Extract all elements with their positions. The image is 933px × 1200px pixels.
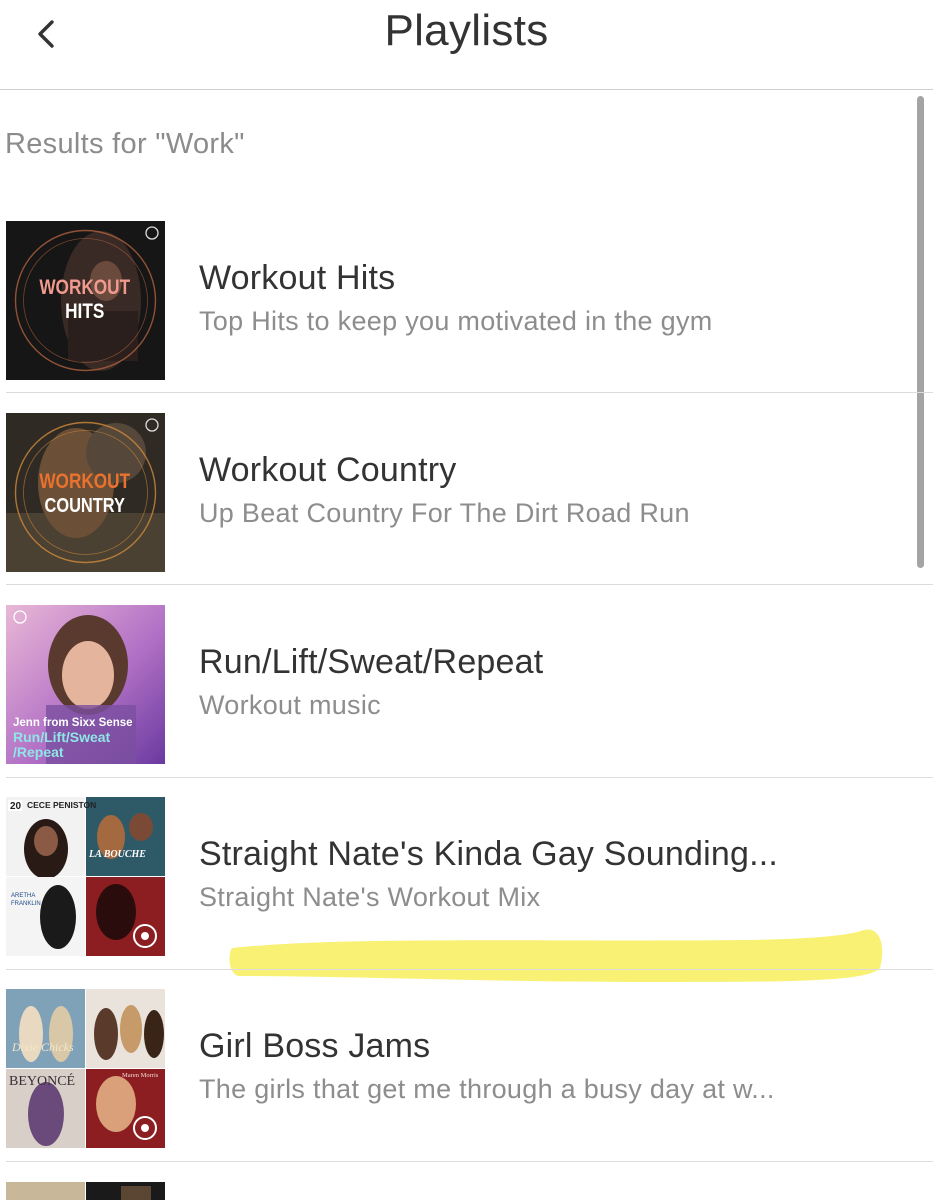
playlist-row-workout-hits[interactable]: WORKOUT HITS Workout Hits Top Hits to ke… [0, 196, 933, 388]
playlist-row-girl-boss-jams[interactable]: Dixie Chicks BEYONCÉ Maren Morris Girl B… [0, 964, 933, 1156]
art-label-top-left: Dixie Chicks [11, 1040, 74, 1054]
results-label: Results for "Work" [5, 128, 245, 160]
art-line-2: Run/Lift/Sweat [13, 729, 111, 745]
navigation-bar: Playlists [0, 0, 933, 90]
playlist-subtitle: Up Beat Country For The Dirt Road Run [199, 498, 690, 528]
art-line-1: WORKOUT [39, 471, 130, 494]
art-label-bottom-left-1: ARETHA [11, 893, 35, 899]
playlist-artwork: Dixie Chicks BEYONCÉ Maren Morris [6, 989, 165, 1148]
playlist-artwork: WORKOUT COUNTRY [6, 413, 165, 572]
playlist-artwork: 20 CECE PENISTON LA BOUCHE ARETHA FRANKL… [6, 797, 165, 956]
art-label-top-left: CECE PENISTON [27, 800, 96, 810]
playlist-subtitle: The girls that get me through a busy day… [199, 1074, 775, 1104]
art-line-2: COUNTRY [45, 493, 125, 516]
art-label-top-right: LA BOUCHE [88, 849, 146, 860]
playlist-row-partial[interactable] [0, 1160, 933, 1200]
playlist-title: Workout Hits [199, 259, 396, 297]
playlist-subtitle: Top Hits to keep you motivated in the gy… [199, 306, 713, 336]
art-label-bottom-left: BEYONCÉ [9, 1072, 75, 1089]
playlist-row-workout-country[interactable]: WORKOUT COUNTRY Workout Country Up Beat … [0, 388, 933, 580]
art-line-1: Jenn from Sixx Sense [13, 717, 133, 729]
playlist-title: Run/Lift/Sweat/Repeat [199, 643, 544, 681]
art-line-3: /Repeat [13, 744, 64, 760]
playlist-artwork: Jenn from Sixx Sense Run/Lift/Sweat /Rep… [6, 605, 165, 764]
page-title: Playlists [384, 6, 549, 55]
art-label-bottom-right: Maren Morris [122, 1072, 159, 1079]
art-label-bottom-left-2: FRANKLIN [11, 901, 41, 907]
playlist-title: Girl Boss Jams [199, 1027, 431, 1065]
playlist-title: Workout Country [199, 451, 457, 489]
playlist-row-run-lift-sweat-repeat[interactable]: Jenn from Sixx Sense Run/Lift/Sweat /Rep… [0, 580, 933, 772]
playlist-row-straight-nates[interactable]: 20 CECE PENISTON LA BOUCHE ARETHA FRANKL… [0, 772, 933, 964]
playlist-title: Straight Nate's Kinda Gay Sounding... [199, 835, 779, 873]
playlist-artwork: WORKOUT HITS [6, 221, 165, 380]
art-line-1: WORKOUT [39, 277, 130, 300]
playlist-subtitle: Workout music [199, 690, 381, 720]
art-line-2: HITS [65, 301, 104, 324]
playlist-artwork [6, 1182, 165, 1200]
art-badge: 20 [10, 801, 22, 812]
playlist-subtitle: Straight Nate's Workout Mix [199, 882, 541, 912]
